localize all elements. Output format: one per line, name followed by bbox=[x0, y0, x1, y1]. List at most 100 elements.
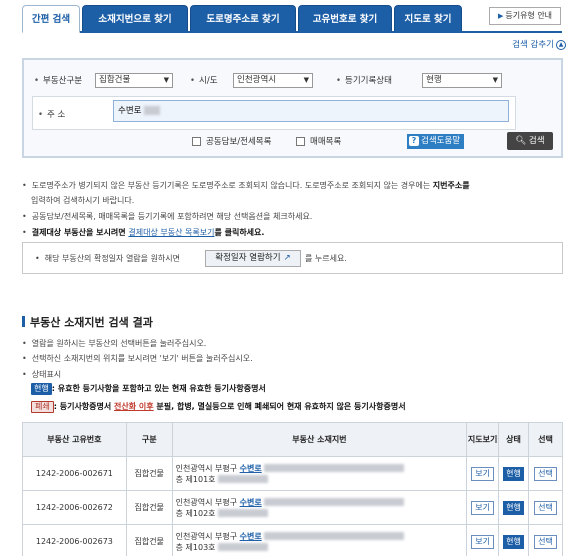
search-button[interactable]: 🔍︎ 검색 bbox=[507, 132, 553, 150]
section-title-text: 부동산 소재지번 검색 결과 bbox=[30, 316, 153, 329]
tab-unique-number[interactable]: 고유번호로 찾기 bbox=[298, 5, 392, 32]
fixed-date-box: 해당 부동산의 확정일자 열람을 원하시면 확정일자 열람하기↗ 를 누르세요. bbox=[22, 242, 563, 274]
tab-bar: 간편 검색 소재지번으로 찾기 도로명주소로 찾기 고유번호로 찾기 지도로 찾… bbox=[22, 5, 464, 33]
cell-map: 보기 bbox=[466, 456, 500, 491]
select-button[interactable]: 선택 bbox=[534, 466, 557, 481]
map-view-button[interactable]: 보기 bbox=[471, 534, 494, 549]
search-help-button[interactable]: ? 검색도움말 bbox=[407, 134, 465, 149]
redacted-text bbox=[264, 464, 405, 472]
hide-search-link[interactable]: 검색 감추기 ▲ bbox=[512, 38, 566, 50]
header-status: 상태 bbox=[498, 422, 530, 457]
redacted-text bbox=[218, 509, 269, 517]
joint-collateral-checkbox[interactable]: 공동담보/전세목록 bbox=[192, 135, 271, 147]
table-row: 1242-2006-002672 집합건물 인천광역시 부평구 수변로 층 제1… bbox=[22, 490, 563, 525]
chevron-up-icon: ▲ bbox=[556, 39, 566, 50]
header-select: 선택 bbox=[528, 422, 563, 457]
cell-select: 선택 bbox=[528, 456, 563, 491]
status-badge: 현행 bbox=[503, 534, 524, 549]
cell-address: 인천광역시 부평구 수변로 층 제101호 bbox=[171, 456, 468, 491]
status-badge: 현행 bbox=[503, 466, 524, 481]
fixed-date-text-suffix: 를 누르세요. bbox=[305, 254, 347, 263]
record-status-label: 등기기록상태 bbox=[336, 74, 392, 86]
record-status-select[interactable]: 현행 ▼ bbox=[422, 73, 502, 88]
redacted-text bbox=[264, 532, 405, 540]
cell-status: 현행 bbox=[498, 456, 530, 491]
status-current-row: 현행: 유효한 등기사항을 포함하고 있는 현재 유효한 등기사항증명서 bbox=[31, 383, 266, 395]
redacted-text bbox=[218, 543, 269, 551]
status-closed-desc-suffix: 분필, 합병, 멸실등으로 인해 폐쇄되어 현재 유효하지 않은 등기사항증명서 bbox=[153, 402, 406, 411]
status-closed-desc: : 등기사항증명서 bbox=[53, 402, 115, 411]
tab-simple-search[interactable]: 간편 검색 bbox=[22, 5, 80, 33]
header-address: 부동산 소재지번 bbox=[171, 422, 468, 457]
checkbox-box bbox=[192, 137, 201, 146]
property-type-label: 부동산구분 bbox=[34, 74, 82, 86]
note-road-address-cont: 입력하여 검색하시기 바랍니다. bbox=[31, 196, 135, 205]
map-view-button[interactable]: 보기 bbox=[471, 466, 494, 481]
header-map: 지도보기 bbox=[466, 422, 500, 457]
hide-search-label: 검색 감추기 bbox=[512, 40, 554, 50]
city-value: 인천광역시 bbox=[237, 75, 277, 85]
payment-target-list-link[interactable]: 결제대상 부동산 목록보기 bbox=[128, 228, 214, 237]
status-closed-badge: 폐쇄 bbox=[31, 401, 54, 413]
arrow-right-icon: ▶ bbox=[497, 12, 504, 20]
note-payment-suffix: 를 클릭하세요. bbox=[214, 228, 265, 237]
address-text: 인천광역시 부평구 bbox=[175, 497, 240, 507]
cell-address: 인천광역시 부평구 수변로 층 제103호 bbox=[171, 524, 468, 556]
registration-type-guide-button[interactable]: ▶ 등기유형 안내 bbox=[489, 7, 561, 25]
search-help-label: 검색도움말 bbox=[421, 136, 461, 146]
address-text: 인천광역시 부평구 bbox=[175, 463, 240, 473]
note-joint-collateral: 공동담보/전세목록, 매매목록을 등기기록에 포함하려면 해당 선택옵션을 체크… bbox=[22, 211, 313, 222]
search-form: 부동산구분 집합건물 ▼ 시/도 인천광역시 ▼ 등기기록상태 현행 ▼ 주 소 수변… bbox=[22, 58, 563, 158]
guide-button-label: 등기유형 안내 bbox=[505, 11, 553, 20]
select-button[interactable]: 선택 bbox=[534, 534, 557, 549]
cell-map: 보기 bbox=[466, 524, 500, 556]
property-type-select[interactable]: 집합건물 ▼ bbox=[95, 73, 173, 88]
result-note-status: 상태표시 bbox=[22, 369, 61, 380]
status-closed-row: 폐쇄: 등기사항증명서 전산화 이후 분필, 합병, 멸실등으로 인해 폐쇄되어… bbox=[31, 401, 406, 413]
cell-type: 집합건물 bbox=[125, 456, 173, 491]
address-line2: 층 제102호 bbox=[175, 508, 216, 518]
chevron-down-icon: ▼ bbox=[492, 76, 498, 84]
tab-lot-number[interactable]: 소재지번으로 찾기 bbox=[82, 5, 188, 32]
address-input-value: 수변로 bbox=[118, 106, 142, 116]
chevron-down-icon: ▼ bbox=[163, 76, 169, 84]
cell-map: 보기 bbox=[466, 490, 500, 525]
address-link[interactable]: 수변로 bbox=[240, 498, 262, 507]
status-badge: 현행 bbox=[503, 500, 524, 515]
fixed-date-view-button[interactable]: 확정일자 열람하기 ↗ bbox=[205, 250, 301, 267]
section-title: 부동산 소재지번 검색 결과 bbox=[22, 314, 153, 330]
address-input[interactable]: 수변로 bbox=[113, 100, 509, 122]
trade-list-checkbox[interactable]: 매매목록 bbox=[296, 135, 341, 147]
search-button-label: 검색 bbox=[528, 136, 545, 146]
computerization-link[interactable]: 전산화 이후 bbox=[114, 402, 154, 411]
tab-underline bbox=[22, 31, 562, 33]
cell-select: 선택 bbox=[528, 490, 563, 525]
select-button[interactable]: 선택 bbox=[534, 500, 557, 515]
search-icon: 🔍︎ bbox=[515, 136, 527, 146]
results-table: 부동산 고유번호 구분 부동산 소재지번 지도보기 상태 선택 1242-200… bbox=[22, 422, 563, 556]
status-current-desc: : 유효한 등기사항을 포함하고 있는 현재 유효한 등기사항증명서 bbox=[51, 384, 266, 393]
title-bar-icon bbox=[22, 316, 25, 327]
cell-status: 현행 bbox=[498, 524, 530, 556]
table-row: 1242-2006-002671 집합건물 인천광역시 부평구 수변로 층 제1… bbox=[22, 456, 563, 491]
map-view-button[interactable]: 보기 bbox=[471, 500, 494, 515]
address-label: 주 소 bbox=[38, 108, 65, 120]
result-note-select: 열람을 원하시는 부동산의 선택버튼을 눌러주십시오. bbox=[22, 338, 207, 349]
chevron-down-icon: ▼ bbox=[303, 76, 309, 84]
tab-map[interactable]: 지도로 찾기 bbox=[394, 5, 462, 32]
header-unique-number: 부동산 고유번호 bbox=[22, 422, 127, 457]
city-select[interactable]: 인천광역시 ▼ bbox=[233, 73, 313, 88]
cell-type: 집합건물 bbox=[125, 490, 173, 525]
redacted-text bbox=[264, 498, 405, 506]
tab-road-address[interactable]: 도로명주소로 찾기 bbox=[190, 5, 296, 32]
cell-unique-number: 1242-2006-002672 bbox=[22, 490, 127, 525]
status-current-badge: 현행 bbox=[31, 383, 52, 395]
address-link[interactable]: 수변로 bbox=[240, 464, 262, 473]
cell-address: 인천광역시 부평구 수변로 층 제102호 bbox=[171, 490, 468, 525]
table-header-row: 부동산 고유번호 구분 부동산 소재지번 지도보기 상태 선택 bbox=[22, 422, 563, 457]
city-label: 시/도 bbox=[190, 74, 218, 86]
address-line2: 층 제101호 bbox=[175, 474, 216, 484]
address-link[interactable]: 수변로 bbox=[240, 532, 262, 541]
cell-status: 현행 bbox=[498, 490, 530, 525]
record-status-value: 현행 bbox=[426, 75, 442, 85]
